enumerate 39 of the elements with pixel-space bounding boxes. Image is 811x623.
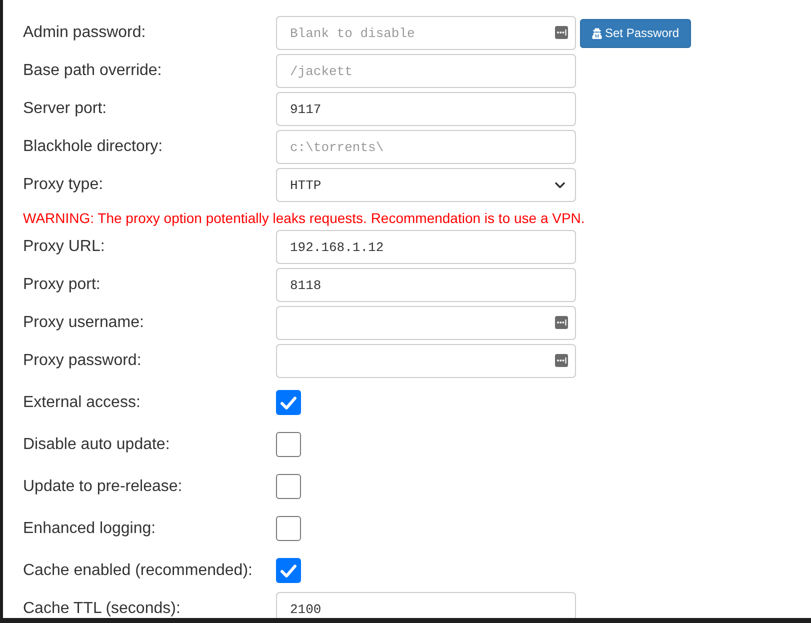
checkbox[interactable] bbox=[276, 474, 301, 499]
field-label: Proxy username: bbox=[23, 314, 144, 332]
text-field[interactable]: c:\torrents\ bbox=[276, 130, 576, 164]
field-label: Blackhole directory: bbox=[23, 138, 163, 156]
password-dots-icon[interactable] bbox=[555, 354, 568, 367]
field-label: Cache enabled (recommended): bbox=[23, 562, 252, 580]
field-label: Disable auto update: bbox=[23, 436, 170, 454]
field-label: Proxy type: bbox=[23, 176, 104, 194]
field-label: External access: bbox=[23, 394, 140, 412]
text-field[interactable]: 9117 bbox=[276, 92, 576, 126]
field-label: Cache TTL (seconds): bbox=[23, 600, 180, 618]
checkmark-icon bbox=[280, 396, 297, 410]
incognito-icon bbox=[592, 28, 602, 38]
password-field[interactable] bbox=[276, 344, 576, 378]
field-label: Proxy URL: bbox=[23, 238, 105, 256]
field-label: Server port: bbox=[23, 100, 107, 118]
checkmark-icon bbox=[280, 564, 297, 578]
text-field[interactable]: /jackett bbox=[276, 54, 576, 88]
password-field[interactable]: Blank to disable bbox=[276, 16, 576, 50]
text-field[interactable]: 8118 bbox=[276, 268, 576, 302]
password-dots-icon[interactable] bbox=[555, 26, 568, 39]
checkbox[interactable] bbox=[276, 390, 301, 415]
field-label: Admin password: bbox=[23, 24, 146, 42]
field-label: Proxy port: bbox=[23, 276, 100, 294]
text-field[interactable]: 2100 bbox=[276, 592, 576, 618]
password-field[interactable] bbox=[276, 306, 576, 340]
text-field[interactable]: 192.168.1.12 bbox=[276, 230, 576, 264]
set-password-button[interactable]: Set Password bbox=[580, 18, 692, 48]
chevron-down-icon bbox=[555, 182, 565, 188]
checkbox[interactable] bbox=[276, 516, 301, 541]
checkbox[interactable] bbox=[276, 558, 301, 583]
field-label: Proxy password: bbox=[23, 352, 142, 370]
password-dots-icon[interactable] bbox=[555, 316, 568, 329]
field-label: Base path override: bbox=[23, 62, 162, 80]
checkbox[interactable] bbox=[276, 432, 301, 457]
field-label: Update to pre-release: bbox=[23, 478, 182, 496]
proxy-type-dropdown[interactable]: HTTP bbox=[276, 168, 576, 202]
field-label: Enhanced logging: bbox=[23, 520, 156, 538]
warning-message: WARNING: The proxy option potentially leaks requests. Recommendation is to use a VPN. bbox=[23, 210, 585, 226]
